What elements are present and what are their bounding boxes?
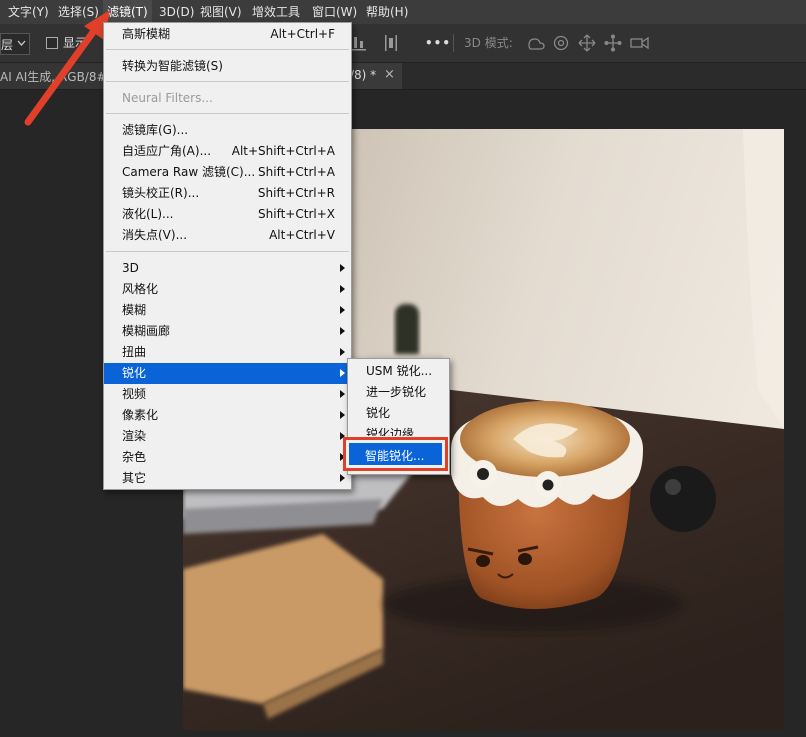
menu-plugins[interactable]: 增效工具: [248, 0, 304, 24]
submenu-arrow-icon: [340, 411, 345, 419]
menu-item-liquify[interactable]: 液化(L)... Shift+Ctrl+X: [104, 204, 351, 225]
menu-item-label: USM 锐化...: [366, 364, 433, 378]
menu-item-label: 3D: [122, 261, 139, 275]
menu-item-video[interactable]: 视频: [104, 384, 351, 405]
menu-item-filter-gallery[interactable]: 滤镜库(G)...: [104, 120, 351, 141]
menu-item-shortcut: Shift+Ctrl+R: [257, 186, 335, 200]
menu-item-render[interactable]: 渲染: [104, 426, 351, 447]
submenu-item-sharpen[interactable]: 锐化: [348, 403, 449, 424]
menu-separator: [106, 113, 349, 114]
submenu-arrow-icon: [340, 348, 345, 356]
menu-item-label: 高斯模糊: [122, 27, 171, 41]
align-bottom-icon[interactable]: [352, 34, 366, 52]
menu-item-label: 模糊画廊: [122, 324, 171, 338]
roll-3d-icon[interactable]: [552, 34, 570, 52]
menu-item-label: 智能锐化...: [365, 449, 425, 463]
menu-item-label: 自适应广角(A)...: [122, 144, 212, 158]
menu-item-blur-gallery[interactable]: 模糊画廊: [104, 321, 351, 342]
submenu-arrow-icon: [340, 264, 345, 272]
filter-menu: 高斯模糊 Alt+Ctrl+F 转换为智能滤镜(S) Neural Filters…: [103, 22, 352, 490]
menu-help[interactable]: 帮助(H): [362, 0, 412, 24]
submenu-arrow-icon: [340, 327, 345, 335]
menu-item-lens-correction[interactable]: 镜头校正(R)... Shift+Ctrl+R: [104, 183, 351, 204]
close-icon[interactable]: ×: [384, 67, 395, 82]
menu-item-pixelate[interactable]: 像素化: [104, 405, 351, 426]
menu-separator: [106, 81, 349, 82]
menu-separator: [106, 251, 349, 252]
submenu-arrow-icon: [340, 306, 345, 314]
menu-item-noise[interactable]: 杂色: [104, 447, 351, 468]
submenu-item-unsharp-mask[interactable]: USM 锐化...: [348, 361, 449, 382]
document-tab-active[interactable]: /8) * ×: [350, 63, 402, 89]
menu-item-label: 视频: [122, 387, 147, 401]
more-options-button[interactable]: •••: [425, 24, 451, 62]
menu-item-label: 渲染: [122, 429, 147, 443]
drag-3d-icon[interactable]: [578, 34, 596, 52]
menu-item-label: 消失点(V)...: [122, 228, 188, 242]
menu-item-label: 镜头校正(R)...: [122, 186, 200, 200]
submenu-arrow-icon: [340, 390, 345, 398]
menu-3d[interactable]: 3D(D): [155, 0, 198, 24]
menu-item-camera-raw[interactable]: Camera Raw 滤镜(C)... Shift+Ctrl+A: [104, 162, 351, 183]
menu-item-shortcut: Shift+Ctrl+A: [258, 165, 335, 179]
menu-item-shortcut: Alt+Ctrl+V: [269, 228, 335, 242]
menu-item-distort[interactable]: 扭曲: [104, 342, 351, 363]
menu-item-label: 锐化边缘: [366, 427, 415, 436]
menu-item-shortcut: Alt+Shift+Ctrl+A: [231, 144, 335, 158]
menu-item-label: 滤镜库(G)...: [122, 123, 189, 137]
menu-item-convert-smart-filter[interactable]: 转换为智能滤镜(S): [104, 56, 351, 77]
submenu-item-sharpen-more[interactable]: 进一步锐化: [348, 382, 449, 403]
menu-item-label: 风格化: [122, 282, 159, 296]
menu-item-3d[interactable]: 3D: [104, 258, 351, 279]
menu-item-label: 模糊: [122, 303, 147, 317]
menu-item-stylize[interactable]: 风格化: [104, 279, 351, 300]
camera-3d-icon[interactable]: [630, 36, 650, 50]
document-tab-active-title: /8) *: [350, 68, 377, 82]
menu-item-label: 其它: [122, 471, 147, 485]
menu-item-label: 液化(L)...: [122, 207, 174, 221]
menu-item-label: 锐化: [122, 366, 147, 380]
menu-item-label: Neural Filters...: [122, 91, 213, 105]
menu-item-adaptive-wide-angle[interactable]: 自适应广角(A)... Alt+Shift+Ctrl+A: [104, 141, 351, 162]
menu-item-blur[interactable]: 模糊: [104, 300, 351, 321]
menu-item-shortcut: Alt+Ctrl+F: [270, 27, 335, 41]
menu-item-sharpen[interactable]: 锐化: [104, 363, 351, 384]
menu-item-label: 锐化: [366, 406, 391, 420]
distribute-icon[interactable]: [384, 34, 398, 52]
menu-item-other[interactable]: 其它: [104, 468, 351, 489]
divider: [453, 34, 454, 52]
menu-item-label: 像素化: [122, 408, 159, 422]
menu-view[interactable]: 视图(V): [196, 0, 246, 24]
mode-3d-label: 3D 模式:: [464, 36, 513, 50]
submenu-arrow-icon: [340, 474, 345, 482]
menu-item-label: 杂色: [122, 450, 147, 464]
menu-item-vanishing-point[interactable]: 消失点(V)... Alt+Ctrl+V: [104, 225, 351, 246]
submenu-arrow-icon: [340, 285, 345, 293]
menu-item-label: Camera Raw 滤镜(C)...: [122, 165, 256, 179]
submenu-item-smart-sharpen[interactable]: 智能锐化...: [343, 437, 448, 471]
menu-item-label: 扭曲: [122, 345, 147, 359]
menu-window[interactable]: 窗口(W): [308, 0, 361, 24]
submenu-arrow-icon: [340, 369, 345, 377]
submenu-item-sharpen-edges[interactable]: 锐化边缘: [348, 424, 449, 436]
menu-item-label: 转换为智能滤镜(S): [122, 59, 223, 73]
menu-item-shortcut: Shift+Ctrl+X: [258, 207, 335, 221]
orbit-3d-icon[interactable]: [526, 35, 546, 51]
menu-item-label: 进一步锐化: [366, 385, 427, 399]
menu-item-neural-filters: Neural Filters...: [104, 88, 351, 109]
slide-3d-icon[interactable]: [604, 34, 622, 52]
menu-item-gaussian-blur[interactable]: 高斯模糊 Alt+Ctrl+F: [104, 24, 351, 45]
menu-separator: [106, 49, 349, 50]
